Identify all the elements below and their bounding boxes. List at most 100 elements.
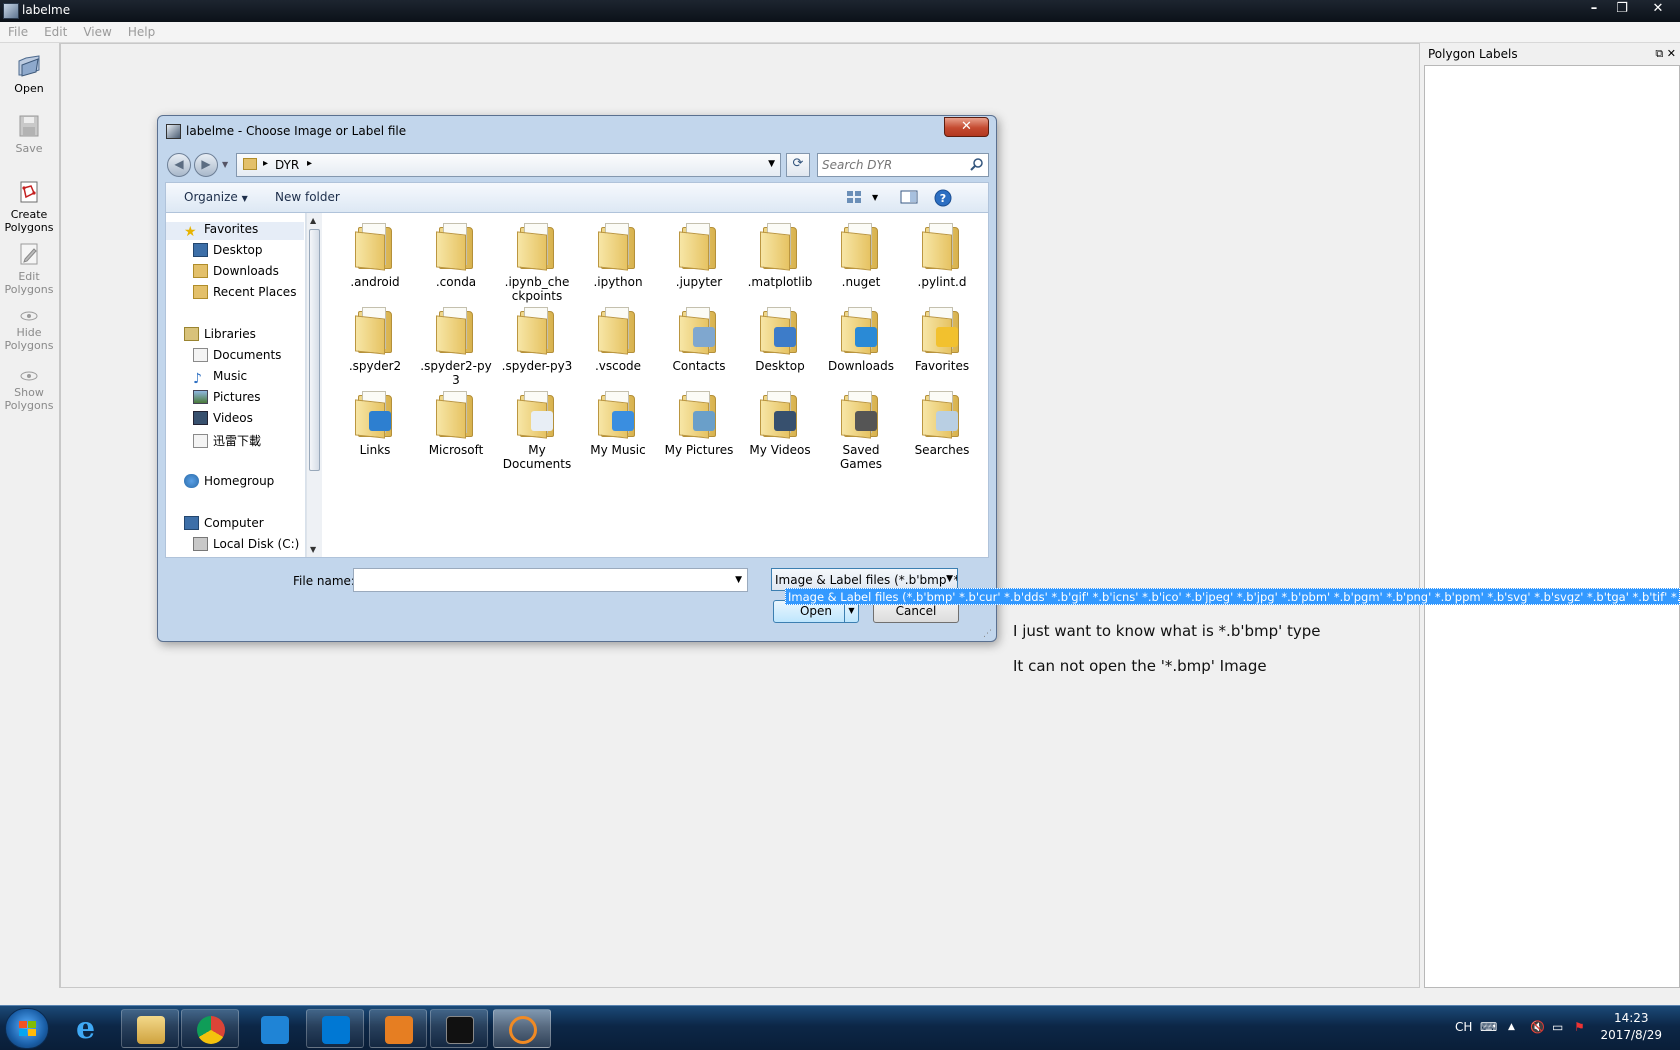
folder-item[interactable]: .ipython	[580, 217, 656, 289]
file-name-input[interactable]: ▼	[353, 568, 748, 592]
search-icon[interactable]	[970, 157, 984, 171]
show-hidden-icons-icon[interactable]: ▲	[1508, 1022, 1515, 1032]
folder-item[interactable]: Desktop	[742, 301, 818, 373]
tree-pictures[interactable]: Pictures	[193, 390, 261, 408]
back-button[interactable]: ◀	[167, 153, 191, 177]
network-icon[interactable]: ▭	[1552, 1020, 1563, 1034]
menu-file[interactable]: File	[0, 22, 36, 39]
search-input[interactable]	[822, 157, 962, 173]
breadcrumb-arrow-icon[interactable]: ▸	[307, 158, 312, 169]
tree-scrollbar[interactable]: ▲ ▼	[306, 213, 322, 557]
taskbar-pdf[interactable]	[369, 1009, 427, 1048]
folder-item[interactable]: .conda	[418, 217, 494, 289]
folder-item[interactable]: .ipynb_che ckpoints	[499, 217, 575, 303]
folder-item[interactable]: .jupyter	[661, 217, 737, 289]
start-button[interactable]	[5, 1008, 49, 1049]
folder-item[interactable]: My Videos	[742, 385, 818, 457]
taskbar-chrome[interactable]	[181, 1009, 239, 1048]
minimize-button[interactable]: –	[1580, 0, 1608, 20]
breadcrumb-arrow-icon[interactable]: ▸	[263, 158, 268, 169]
forward-button[interactable]: ▶	[194, 153, 218, 177]
folder-label: My	[528, 443, 546, 457]
tree-libraries[interactable]: Libraries	[184, 327, 256, 345]
help-button[interactable]: ?	[934, 189, 952, 210]
resize-grip-icon[interactable]: ⋰	[983, 629, 992, 639]
action-center-icon[interactable]: ⚑	[1574, 1020, 1585, 1034]
folder-item[interactable]: Saved Games	[823, 385, 899, 471]
music-icon: ♪	[193, 371, 202, 387]
folder-item[interactable]: Searches	[904, 385, 980, 457]
tree-recent-places[interactable]: Recent Places	[193, 285, 296, 303]
folder-item[interactable]: Downloads	[823, 301, 899, 373]
create-polygons-button[interactable]: Create Polygons	[0, 179, 58, 234]
language-indicator[interactable]: CH	[1455, 1020, 1472, 1034]
address-bar[interactable]: ▸ DYR ▸ ▼	[236, 153, 781, 177]
taskbar-labelme[interactable]	[493, 1009, 551, 1048]
save-tool-button[interactable]: Save	[0, 113, 58, 155]
tree-homegroup[interactable]: Homegroup	[184, 474, 274, 492]
taskbar-explorer[interactable]	[121, 1009, 179, 1048]
keyboard-icon[interactable]: ⌨	[1480, 1020, 1497, 1034]
tree-favorites[interactable]: ★ Favorites	[166, 222, 304, 240]
float-dock-icon[interactable]: ⧉	[1655, 47, 1663, 60]
change-view-button[interactable]	[846, 189, 862, 208]
folder-item[interactable]: My Documents	[499, 385, 575, 471]
folder-item[interactable]: My Music	[580, 385, 656, 457]
volume-icon[interactable]: 🔇	[1530, 1020, 1545, 1034]
restore-button[interactable]: ❐	[1608, 0, 1636, 20]
scroll-down-icon[interactable]: ▼	[310, 545, 316, 554]
view-options-dropdown-icon[interactable]: ▼	[872, 193, 878, 202]
tree-local-disk[interactable]: Local Disk (C:)	[193, 537, 299, 555]
show-polygons-button[interactable]: Show Polygons	[0, 369, 58, 412]
folder-item[interactable]: Contacts	[661, 301, 737, 373]
folder-item[interactable]: .nuget	[823, 217, 899, 289]
menu-view[interactable]: View	[75, 22, 119, 39]
organize-menu[interactable]: Organize ▼	[184, 190, 248, 204]
recent-locations-icon[interactable]: ▼	[222, 160, 228, 169]
folder-item[interactable]: Microsoft	[418, 385, 494, 457]
folder-item[interactable]: .spyder2	[337, 301, 413, 373]
file-type-dropdown-option[interactable]: Image & Label files (*.b'bmp' *.b'cur' *…	[785, 588, 1680, 605]
clock[interactable]: 14:23 2017/8/29	[1600, 1010, 1662, 1044]
polygon-labels-list[interactable]	[1424, 65, 1680, 988]
python-app-icon	[509, 1016, 537, 1044]
folder-item[interactable]: .spyder2-py 3	[418, 301, 494, 387]
folder-item[interactable]: Favorites	[904, 301, 980, 373]
folder-item[interactable]: .matplotlib	[742, 217, 818, 289]
tree-music[interactable]: ♪ Music	[193, 369, 247, 387]
menu-help[interactable]: Help	[120, 22, 163, 39]
edit-polygons-button[interactable]: Edit Polygons	[0, 241, 58, 296]
close-dock-icon[interactable]: ✕	[1667, 47, 1676, 60]
folder-item[interactable]: My Pictures	[661, 385, 737, 457]
file-name-dropdown-icon[interactable]: ▼	[735, 575, 742, 585]
menu-edit[interactable]: Edit	[36, 22, 75, 39]
annotation-issue: It can not open the '*.bmp' Image	[1013, 657, 1267, 675]
folder-item[interactable]: .android	[337, 217, 413, 289]
dialog-close-button[interactable]: ✕	[944, 117, 989, 137]
taskbar-app[interactable]	[245, 1009, 303, 1048]
open-tool-button[interactable]: Open	[0, 53, 58, 95]
address-dropdown-icon[interactable]: ▼	[768, 159, 775, 169]
hide-polygons-button[interactable]: Hide Polygons	[0, 309, 58, 352]
preview-pane-button[interactable]	[900, 189, 918, 208]
taskbar-vscode[interactable]	[306, 1009, 364, 1048]
refresh-button[interactable]: ⟳	[786, 153, 810, 177]
close-window-button[interactable]: ✕	[1636, 0, 1680, 20]
tree-downloads[interactable]: Downloads	[193, 264, 279, 282]
folder-item[interactable]: Links	[337, 385, 413, 457]
breadcrumb-dyr[interactable]: DYR	[275, 158, 299, 172]
new-folder-button[interactable]: New folder	[275, 190, 340, 204]
tree-videos[interactable]: Videos	[193, 411, 253, 429]
tree-documents[interactable]: Documents	[193, 348, 281, 366]
taskbar-ie[interactable]: e	[60, 1009, 118, 1048]
tree-desktop[interactable]: Desktop	[193, 243, 263, 261]
folder-icon	[679, 223, 719, 271]
folder-item[interactable]: .spyder-py3	[499, 301, 575, 373]
folder-item[interactable]: .vscode	[580, 301, 656, 373]
taskbar-cmd[interactable]	[430, 1009, 488, 1048]
scroll-thumb[interactable]	[309, 229, 320, 471]
scroll-up-icon[interactable]: ▲	[310, 216, 316, 225]
tree-computer[interactable]: Computer	[184, 516, 264, 534]
tree-xunlei[interactable]: 迅雷下載	[193, 432, 261, 450]
folder-item[interactable]: .pylint.d	[904, 217, 980, 289]
